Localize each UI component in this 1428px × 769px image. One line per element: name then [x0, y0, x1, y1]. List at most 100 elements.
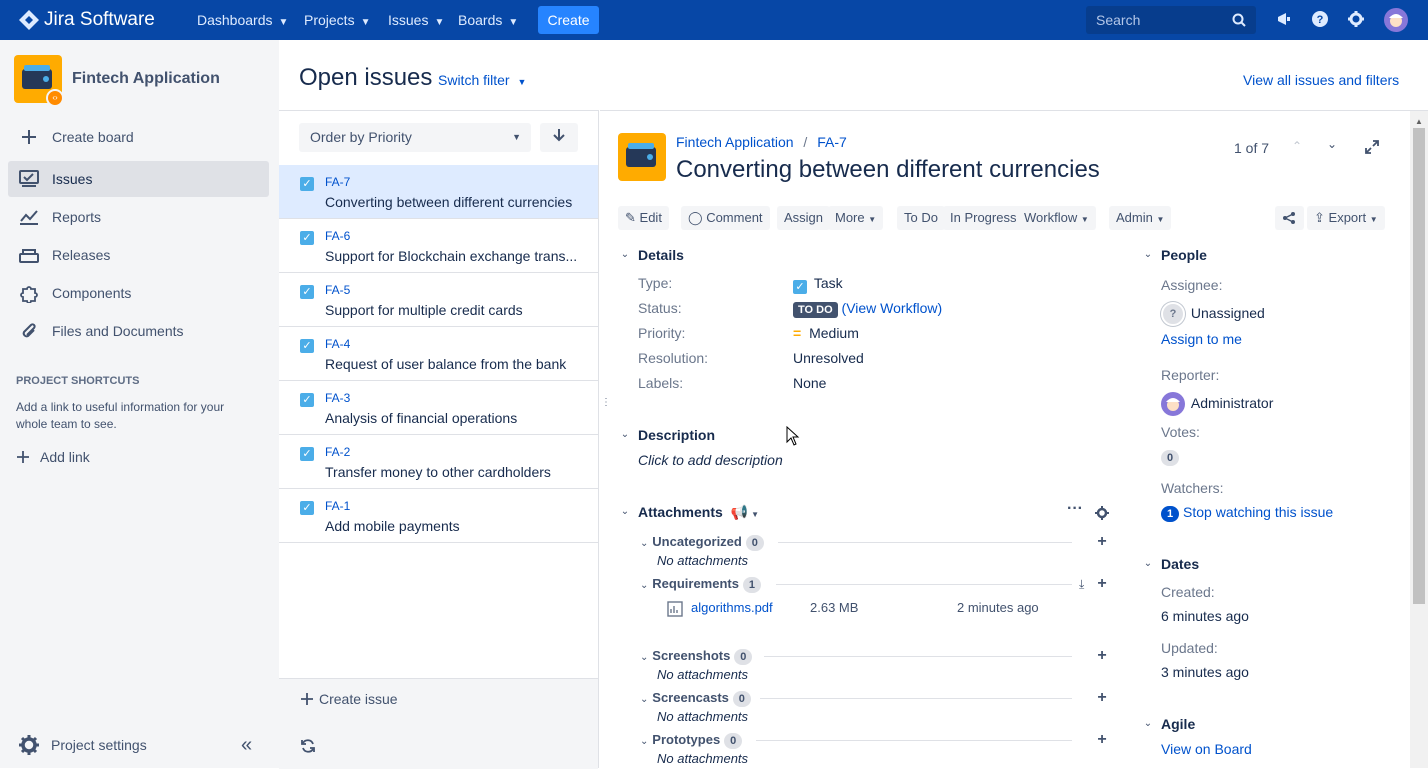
- comment-button[interactable]: ◯ Comment: [681, 206, 770, 230]
- next-issue-icon[interactable]: ⌄: [1327, 137, 1337, 151]
- user-avatar[interactable]: [1384, 8, 1408, 32]
- chevron-down-icon: ▼: [360, 17, 371, 28]
- download-all-icon[interactable]: ⤓: [1079, 577, 1084, 592]
- list-item[interactable]: ✓ FA-3 Analysis of financial operations: [279, 381, 598, 435]
- in-progress-transition-button[interactable]: In Progress: [943, 206, 1024, 230]
- attachments-collapse-chevron-icon[interactable]: ⌄: [619, 506, 631, 518]
- description-placeholder[interactable]: Click to add description: [638, 452, 783, 468]
- help-icon[interactable]: ?: [1310, 10, 1330, 30]
- add-attachment-plus-icon[interactable]: +: [1095, 534, 1109, 550]
- search-input[interactable]: Search: [1086, 6, 1256, 34]
- nav-issues[interactable]: Issues ▼: [388, 0, 444, 40]
- assign-to-me-link[interactable]: Assign to me: [1161, 331, 1242, 347]
- watchers-count-badge[interactable]: 1: [1161, 506, 1180, 522]
- attachment-group-prototypes[interactable]: ⌄ Prototypes 0: [640, 731, 743, 749]
- switch-filter-button[interactable]: Switch filter ▼: [438, 72, 526, 88]
- view-all-issues-link[interactable]: View all issues and filters: [1243, 72, 1399, 88]
- details-collapse-chevron-icon[interactable]: ⌄: [619, 249, 631, 261]
- attachment-time: 2 minutes ago: [957, 600, 1039, 615]
- sidebar-item-create-board[interactable]: Create board: [8, 119, 269, 155]
- add-attachment-plus-icon[interactable]: +: [1095, 576, 1109, 592]
- chevron-down-icon[interactable]: ▼: [751, 510, 759, 519]
- more-label: More: [835, 210, 865, 225]
- scrollbar-thumb[interactable]: [1413, 128, 1425, 604]
- nav-projects[interactable]: Projects ▼: [304, 0, 370, 40]
- to-do-transition-button[interactable]: To Do: [897, 206, 945, 230]
- attachments-settings-gear-icon[interactable]: [1095, 506, 1109, 523]
- list-item[interactable]: ✓ FA-6 Support for Blockchain exchange t…: [279, 219, 598, 273]
- reporter-value[interactable]: Administrator: [1161, 392, 1273, 416]
- list-item[interactable]: ✓ FA-5 Support for multiple credit cards: [279, 273, 598, 327]
- attachment-group-screencasts[interactable]: ⌄ Screencasts 0: [640, 689, 751, 707]
- attachment-filename[interactable]: algorithms.pdf: [691, 600, 773, 615]
- megaphone-icon[interactable]: 📢: [731, 504, 748, 520]
- settings-gear-icon[interactable]: [1346, 10, 1366, 30]
- refresh-icon[interactable]: [300, 738, 316, 757]
- add-attachment-plus-icon[interactable]: +: [1095, 648, 1109, 664]
- breadcrumb-project[interactable]: Fintech Application: [676, 134, 794, 150]
- edit-button[interactable]: ✎ Edit: [618, 206, 669, 230]
- attachments-more-icon[interactable]: ···: [1067, 500, 1083, 518]
- attachment-file-row[interactable]: algorithms.pdf 2.63 MB 2 minutes ago: [667, 600, 1057, 618]
- assignee-value[interactable]: ? Unassigned: [1161, 302, 1265, 326]
- sidebar-item-components[interactable]: Components: [8, 275, 269, 311]
- add-attachment-plus-icon[interactable]: +: [1095, 732, 1109, 748]
- dates-collapse-chevron-icon[interactable]: ⌄: [1142, 558, 1154, 570]
- sidebar-item-issues[interactable]: Issues: [8, 161, 269, 197]
- attachments-heading[interactable]: Attachments 📢 ▼: [638, 504, 759, 521]
- project-name[interactable]: Fintech Application: [72, 70, 220, 88]
- project-type-badge-icon: ‹›: [46, 89, 64, 107]
- list-item[interactable]: ✓ FA-1 Add mobile payments: [279, 489, 598, 543]
- workflow-button[interactable]: Workflow ▼: [1017, 206, 1096, 230]
- export-button[interactable]: ⇪ Export ▼: [1307, 206, 1385, 230]
- agile-collapse-chevron-icon[interactable]: ⌄: [1142, 718, 1154, 730]
- previous-issue-icon[interactable]: ⌃: [1292, 139, 1302, 153]
- attachment-group-requirements[interactable]: ⌄ Requirements 1: [640, 575, 761, 593]
- sidebar-item-releases[interactable]: Releases: [8, 237, 269, 273]
- nav-boards[interactable]: Boards ▼: [458, 0, 518, 40]
- more-button[interactable]: More ▼: [828, 206, 884, 230]
- create-issue-button[interactable]: Create issue: [301, 691, 398, 707]
- list-item[interactable]: ✓ FA-2 Transfer money to other cardholde…: [279, 435, 598, 489]
- issue-key: FA-1: [325, 499, 351, 513]
- create-button[interactable]: Create: [538, 6, 599, 34]
- sidebar-item-files-and-documents[interactable]: Files and Documents: [8, 313, 269, 349]
- description-heading[interactable]: Description: [638, 427, 715, 443]
- stop-watching-link[interactable]: Stop watching this issue: [1183, 504, 1333, 520]
- jira-logo[interactable]: Jira Software: [18, 8, 155, 32]
- sort-direction-button[interactable]: [540, 123, 578, 152]
- list-item[interactable]: ✓ FA-4 Request of user balance from the …: [279, 327, 598, 381]
- agile-heading[interactable]: Agile: [1161, 716, 1195, 732]
- project-avatar[interactable]: ‹›: [14, 55, 64, 107]
- detail-scrollbar[interactable]: ▲: [1410, 111, 1428, 768]
- attachment-group-screenshots[interactable]: ⌄ Screenshots 0: [640, 647, 753, 665]
- share-button[interactable]: [1275, 206, 1304, 230]
- project-settings-button[interactable]: Project settings: [18, 734, 147, 756]
- add-attachment-plus-icon[interactable]: +: [1095, 690, 1109, 706]
- breadcrumb-issue-key[interactable]: FA-7: [817, 134, 847, 150]
- votes-value[interactable]: 0: [1161, 448, 1180, 466]
- expand-icon[interactable]: [1365, 140, 1379, 157]
- people-collapse-chevron-icon[interactable]: ⌄: [1142, 249, 1154, 261]
- order-by-select[interactable]: Order by Priority ▼: [299, 123, 531, 152]
- assign-button[interactable]: Assign: [777, 206, 831, 230]
- dates-heading[interactable]: Dates: [1161, 556, 1199, 572]
- notifications-megaphone-icon[interactable]: [1274, 10, 1294, 30]
- add-link-button[interactable]: Add link: [16, 449, 90, 465]
- view-workflow-link[interactable]: (View Workflow): [842, 300, 943, 316]
- list-item[interactable]: ✓ FA-7 Converting between different curr…: [279, 165, 598, 219]
- collapse-sidebar-icon[interactable]: «: [241, 735, 252, 755]
- admin-button[interactable]: Admin ▼: [1109, 206, 1172, 230]
- people-heading[interactable]: People: [1161, 247, 1207, 263]
- attachment-group-uncategorized[interactable]: ⌄ Uncategorized 0: [640, 533, 764, 551]
- scroll-up-arrow[interactable]: ▲: [1415, 117, 1423, 126]
- project-avatar[interactable]: [618, 133, 666, 181]
- view-on-board-link[interactable]: View on Board: [1161, 741, 1252, 757]
- nav-dashboards[interactable]: Dashboards ▼: [197, 0, 288, 40]
- details-heading[interactable]: Details: [638, 247, 684, 263]
- sidebar-item-reports[interactable]: Reports: [8, 199, 269, 235]
- breadcrumb: Fintech Application / FA-7: [676, 134, 847, 150]
- issue-title[interactable]: Converting between different currencies: [676, 156, 1100, 184]
- description-collapse-chevron-icon[interactable]: ⌄: [619, 429, 631, 441]
- labels-value[interactable]: None: [793, 375, 826, 391]
